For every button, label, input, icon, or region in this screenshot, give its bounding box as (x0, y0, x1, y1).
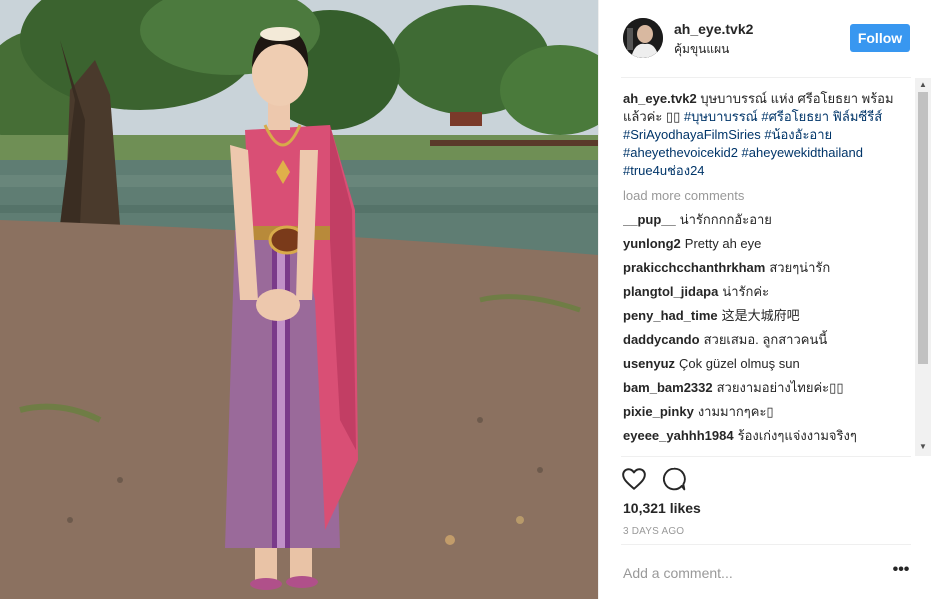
heart-icon[interactable] (621, 466, 647, 492)
scrollbar-thumb[interactable] (918, 92, 928, 364)
comment-text: 这是大城府吧 (721, 308, 800, 323)
comment-item: daddycando สวยเสมอ. ลูกสาวคนนี้ (623, 331, 913, 349)
comments-list[interactable]: ah_eye.tvk2 บุษบาบรรณ์ แห่ง ศรีอโยธยา พร… (623, 90, 913, 456)
scroll-up-arrow-icon[interactable]: ▲ (915, 80, 931, 90)
more-options-icon[interactable]: ••• (891, 562, 911, 580)
comment-username[interactable]: daddycando (623, 332, 700, 347)
comment-item: pixie_pinky งามมากๆคะ▯ (623, 403, 913, 421)
comment-bubble-icon[interactable] (661, 466, 687, 492)
comment-text: สวยๆน่ารัก (769, 260, 831, 275)
comment-item: plangtol_jidapa น่ารักค่ะ (623, 283, 913, 301)
load-more-comments-link[interactable]: load more comments (623, 187, 913, 205)
comment-username[interactable]: peny_had_time (623, 308, 718, 323)
post-username[interactable]: ah_eye.tvk2 (674, 21, 753, 37)
avatar[interactable] (623, 18, 663, 58)
comment-item: __pup__ น่ารักกกกอัะอาย (623, 211, 913, 229)
comment-username[interactable]: yunlong2 (623, 236, 681, 251)
caption-username[interactable]: ah_eye.tvk2 (623, 91, 697, 106)
comment-input-divider (621, 544, 911, 545)
post-location[interactable]: คุ้มขุนแผน (674, 40, 729, 59)
comment-text: งามมากๆคะ▯ (697, 404, 774, 419)
comment-username[interactable]: __pup__ (623, 212, 676, 227)
comment-item: peny_had_time 这是大城府吧 (623, 307, 913, 325)
follow-button[interactable]: Follow (850, 24, 910, 52)
header-divider (621, 77, 911, 78)
post-photo-illustration (0, 0, 598, 599)
likes-count[interactable]: 10,321 likes (623, 500, 701, 516)
comment-text: สวยเสมอ. ลูกสาวคนนี้ (703, 332, 828, 347)
comment-username[interactable]: prakicchcchanthrkham (623, 260, 765, 275)
comment-username[interactable]: usenyuz (623, 356, 675, 371)
comment-item: yunlong2 Pretty ah eye (623, 235, 913, 253)
comment-text: น่ารักกกกอัะอาย (679, 212, 772, 227)
add-comment-input[interactable] (623, 562, 873, 584)
comment-item: prakicchcchanthrkham สวยๆน่ารัก (623, 259, 913, 277)
avatar-image (623, 18, 663, 58)
post-header: ah_eye.tvk2 คุ้มขุนแผน Follow (599, 0, 932, 78)
comment-item: eyeee_yahhh1984 ร้องเก่งๆแจ่งงามจริงๆ (623, 427, 913, 445)
comment-username[interactable]: eyeee_yahhh1984 (623, 428, 734, 443)
comment-username[interactable]: bam_bam2332 (623, 380, 713, 395)
comment-item: bam_bam2332 สวยงามอย่างไทยค่ะ▯▯ (623, 379, 913, 397)
comment-username[interactable]: plangtol_jidapa (623, 284, 718, 299)
comment-text: น่ารักค่ะ (722, 284, 770, 299)
comment-item: usenyuz Çok güzel olmuş sun (623, 355, 913, 373)
comment-text: Çok güzel olmuş sun (679, 356, 800, 371)
post-photo[interactable] (0, 0, 598, 599)
scroll-down-arrow-icon[interactable]: ▼ (915, 442, 931, 452)
post-timestamp[interactable]: 3 DAYS AGO (623, 526, 684, 537)
comment-username[interactable]: pixie_pinky (623, 404, 694, 419)
comment-text: สวยงามอย่างไทยค่ะ▯▯ (716, 380, 844, 395)
actions-divider (621, 456, 911, 457)
post-details-panel: ah_eye.tvk2 คุ้มขุนแผน Follow ah_eye.tvk… (598, 0, 932, 599)
post-caption: ah_eye.tvk2 บุษบาบรรณ์ แห่ง ศรีอโยธยา พร… (623, 90, 913, 180)
comment-text: Pretty ah eye (684, 236, 762, 251)
comment-text: ร้องเก่งๆแจ่งงามจริงๆ (737, 428, 857, 443)
comments-scrollbar[interactable]: ▲ ▼ (915, 78, 931, 456)
